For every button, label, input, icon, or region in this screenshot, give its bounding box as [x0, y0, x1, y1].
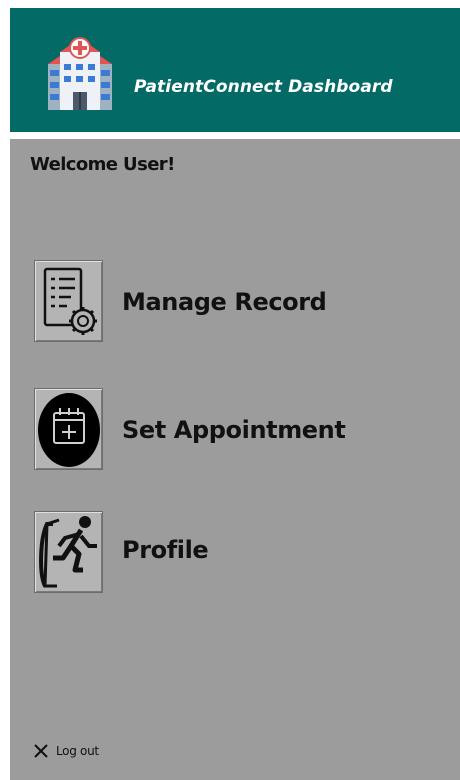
manage-record-label[interactable]: Manage Record — [122, 288, 327, 316]
app-title: PatientConnect Dashboard — [134, 77, 393, 97]
calendar-plus-icon — [38, 393, 100, 467]
header-divider — [10, 132, 460, 139]
profile-label[interactable]: Profile — [122, 536, 209, 564]
manage-record-icon-box[interactable] — [34, 260, 103, 342]
document-gear-icon — [43, 267, 97, 335]
set-appointment-label[interactable]: Set Appointment — [122, 416, 346, 444]
close-icon — [34, 744, 48, 758]
manage-record-button[interactable]: Manage Record — [34, 260, 454, 344]
exit-door-icon — [39, 516, 97, 588]
logout-label[interactable]: Log out — [56, 744, 99, 758]
welcome-text: Welcome User! — [30, 154, 175, 175]
hospital-icon — [48, 37, 112, 110]
dashboard-panel: Welcome User! Manage Record Set Appointm… — [10, 139, 460, 780]
set-appointment-button[interactable]: Set Appointment — [34, 388, 454, 472]
set-appointment-icon-box[interactable] — [34, 388, 103, 470]
profile-button[interactable]: Profile — [34, 511, 454, 595]
profile-icon-box[interactable] — [34, 511, 103, 593]
header-bar: PatientConnect Dashboard — [10, 8, 460, 132]
